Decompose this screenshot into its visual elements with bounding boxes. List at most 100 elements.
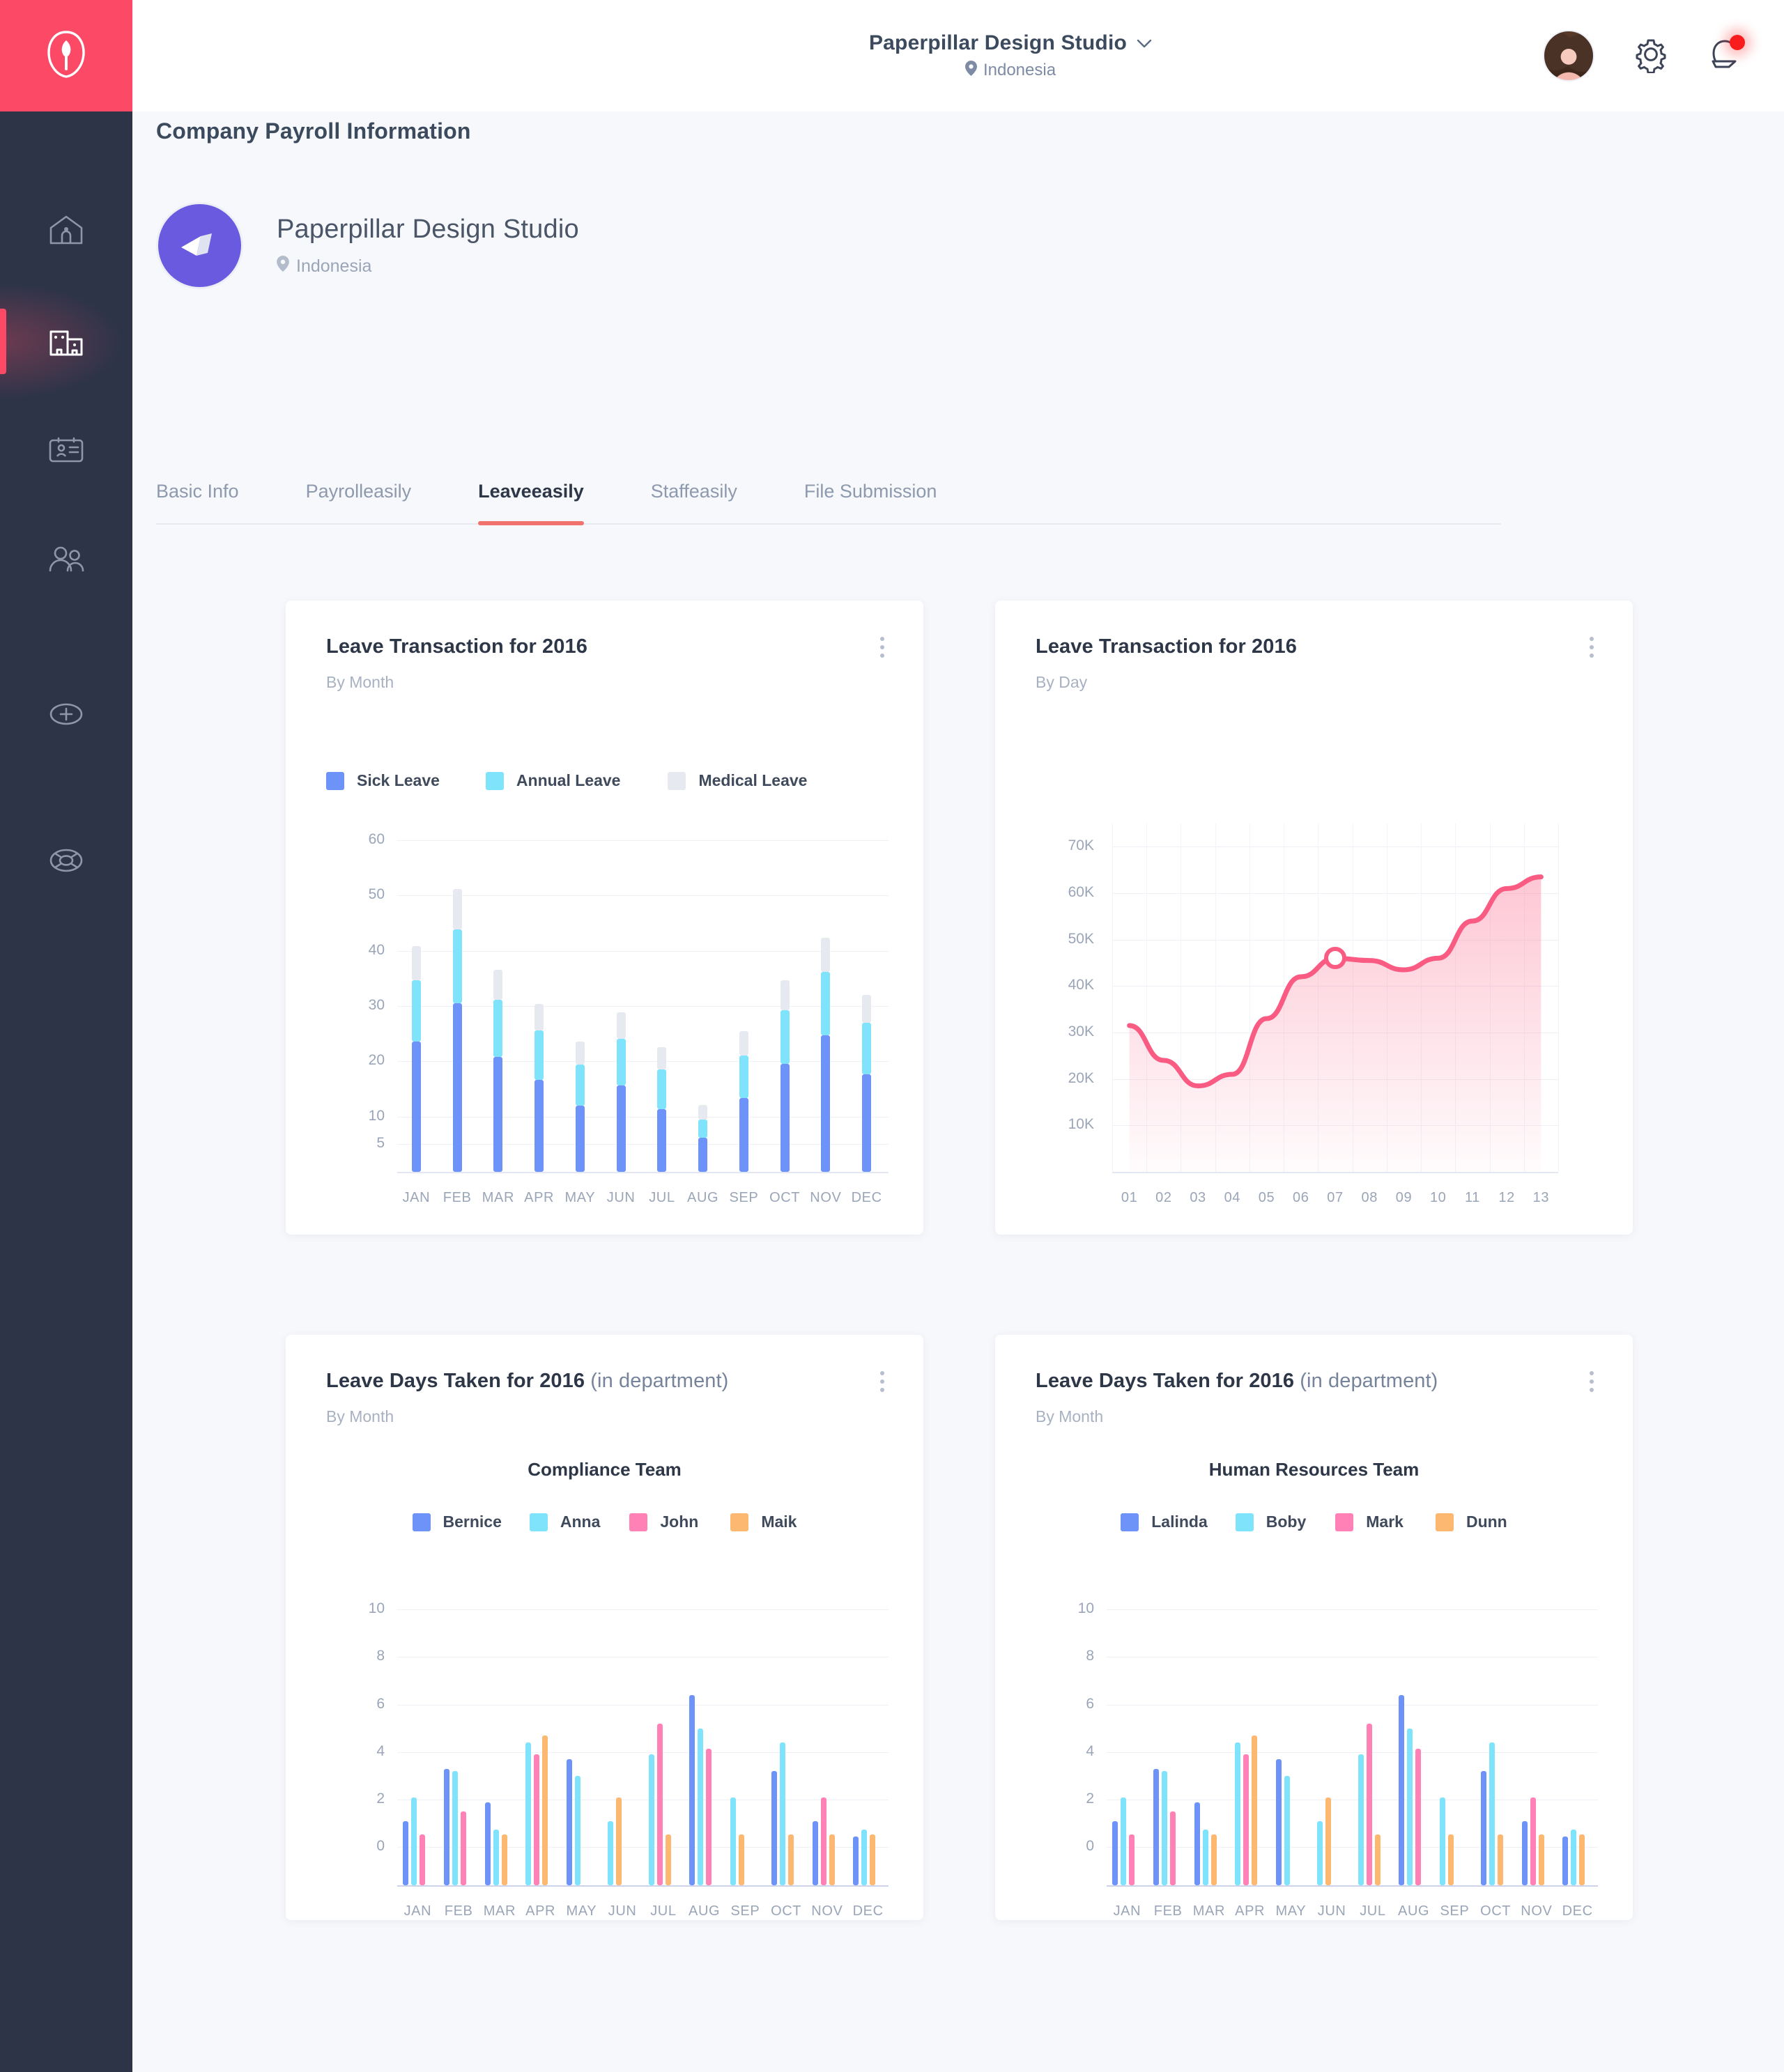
- y-axis-tick: 10: [368, 1107, 385, 1124]
- bar-segment: [411, 980, 421, 1042]
- bar: [829, 1834, 835, 1885]
- gridline: [397, 895, 889, 897]
- tab-staffeasily[interactable]: Staffeasily: [651, 481, 737, 523]
- gridline: [1107, 1609, 1598, 1611]
- bar: [615, 1797, 622, 1885]
- notification-badge: [1730, 34, 1745, 50]
- bar: [739, 1834, 744, 1885]
- stacked-bar-chart: 5 10 20 30 40 50 60 JAN FEB MAR APR MAY JUN JUL AUG SEP…: [286, 601, 923, 1235]
- sidebar-item-add[interactable]: [0, 679, 132, 749]
- gridline: [397, 950, 889, 952]
- x-axis-tick: DEC: [851, 1190, 882, 1205]
- bar-segment: [411, 1042, 421, 1172]
- bar: [484, 1802, 491, 1885]
- x-axis-line: [397, 1885, 889, 1887]
- sidebar-item-employee-card[interactable]: [0, 415, 132, 485]
- y-axis-tick: 50: [368, 886, 385, 903]
- bar-segment: [821, 938, 831, 973]
- bar: [1316, 1820, 1323, 1885]
- area-chart-svg: [1127, 874, 1544, 1172]
- card-leave-transaction-by-day: Leave Transaction for 2016 By Day 10K 20K…: [995, 601, 1633, 1235]
- area-line-chart: 10K 20K 30K 40K 50K 60K 70K 01 02 03 04 05 06 07 08 09…: [995, 601, 1633, 1235]
- bar: [420, 1834, 425, 1885]
- bar: [1562, 1837, 1569, 1885]
- topbar-location: Indonesia: [964, 60, 1056, 81]
- bar-segment: [535, 1030, 544, 1081]
- bar-segment: [575, 1042, 585, 1065]
- avatar[interactable]: [1543, 30, 1594, 82]
- bar: [1284, 1776, 1290, 1885]
- bar-segment: [616, 1038, 626, 1086]
- tab-payrolleasily[interactable]: Payrolleasily: [306, 481, 412, 523]
- bar: [534, 1754, 540, 1885]
- company-switcher[interactable]: Paperpillar Design Studio: [869, 31, 1152, 55]
- bell-icon[interactable]: [1707, 34, 1745, 76]
- bar-segment: [493, 1056, 503, 1172]
- sidebar-item-home[interactable]: [0, 195, 132, 265]
- bar: [1243, 1754, 1249, 1885]
- tab-basic-info[interactable]: Basic Info: [156, 481, 239, 523]
- bar: [1374, 1834, 1381, 1885]
- bar: [861, 1829, 868, 1885]
- bar: [689, 1694, 695, 1885]
- y-axis-tick: 6: [376, 1695, 385, 1712]
- tab-file-submission[interactable]: File Submission: [804, 481, 937, 523]
- bar-segment: [575, 1065, 585, 1106]
- y-axis-tick: 30: [368, 996, 385, 1013]
- card-leave-days-compliance-team: Leave Days Taken for 2016 (in department…: [286, 1335, 923, 1920]
- bar: [730, 1797, 736, 1885]
- bar-segment: [535, 1080, 544, 1172]
- company-header: Paperpillar Design Studio Indonesia: [156, 202, 579, 289]
- gridline: [397, 1061, 889, 1062]
- bar: [1579, 1834, 1585, 1885]
- bar: [1129, 1834, 1135, 1885]
- sidebar-item-support[interactable]: [0, 826, 132, 895]
- y-axis-tick: 8: [376, 1648, 385, 1664]
- bar: [779, 1742, 785, 1885]
- bar: [1538, 1834, 1544, 1885]
- bar: [1489, 1742, 1495, 1885]
- y-axis-tick: 0: [376, 1838, 385, 1855]
- sidebar-item-company[interactable]: [0, 307, 132, 376]
- bar: [870, 1834, 876, 1885]
- bar: [607, 1820, 613, 1885]
- bar: [820, 1797, 826, 1885]
- bar-segment: [493, 1000, 503, 1057]
- topbar-location-label: Indonesia: [983, 61, 1056, 79]
- id-card-icon: [47, 435, 85, 465]
- bar-segment: [739, 1055, 748, 1099]
- bar: [1121, 1797, 1126, 1885]
- y-axis-tick: 6: [1086, 1695, 1094, 1712]
- gridline: [397, 1116, 889, 1118]
- gridline: [397, 1005, 889, 1007]
- sidebar-item-people[interactable]: [0, 524, 132, 594]
- bar-segment: [575, 1105, 585, 1172]
- y-axis-tick: 0: [1086, 1838, 1094, 1855]
- gear-icon[interactable]: [1632, 36, 1670, 77]
- users-icon: [47, 544, 86, 573]
- bar: [1194, 1802, 1200, 1885]
- bar: [1153, 1768, 1159, 1885]
- bar-segment: [452, 929, 462, 1003]
- bar-segment: [452, 1003, 462, 1172]
- bar: [1202, 1829, 1208, 1885]
- bar: [1252, 1735, 1258, 1885]
- gridline: [397, 1144, 889, 1145]
- y-axis-tick: 60: [368, 830, 385, 847]
- gridline: [397, 1752, 889, 1753]
- gridline: [397, 1704, 889, 1706]
- bar: [1571, 1829, 1577, 1885]
- bar: [460, 1811, 466, 1885]
- tab-leaveeasily[interactable]: Leaveeasily: [478, 481, 584, 525]
- app-logo[interactable]: [0, 0, 132, 111]
- y-axis-tick: 5: [376, 1135, 385, 1152]
- bar: [1521, 1820, 1528, 1885]
- y-axis-tick: 8: [1086, 1648, 1094, 1664]
- bar: [665, 1834, 671, 1885]
- bar-segment: [657, 1046, 667, 1070]
- bar: [648, 1754, 654, 1885]
- bar-segment: [862, 995, 872, 1023]
- bar: [1235, 1742, 1241, 1885]
- bar: [452, 1771, 458, 1885]
- bar: [1366, 1723, 1372, 1885]
